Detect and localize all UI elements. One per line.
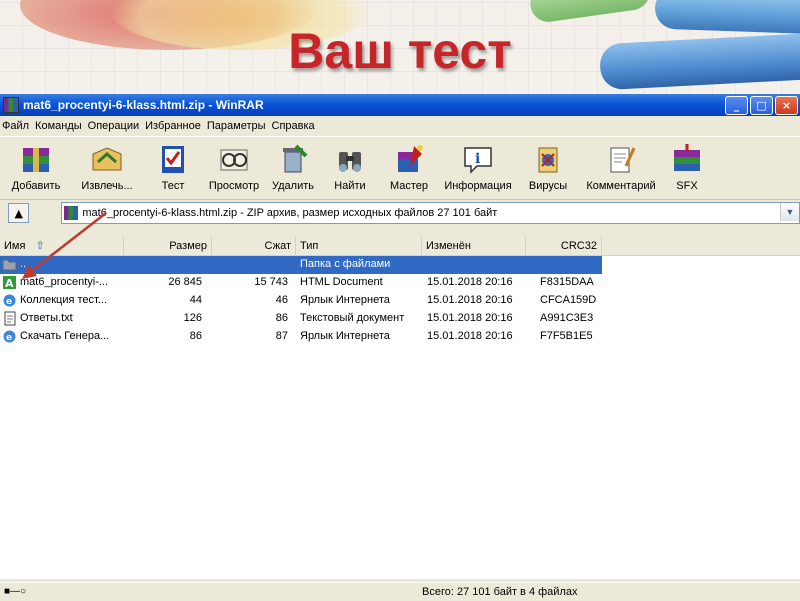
column-headers: Имя ⇧ Размер Сжат Тип Изменён CRC32 [0,236,800,256]
column-modified[interactable]: Изменён [422,236,526,255]
delete-button[interactable]: Удалить [264,141,322,192]
virus-icon [530,141,566,177]
extract-button[interactable]: Извлечь... [72,141,142,192]
file-packed-size: 87 [275,330,288,342]
svg-text:i: i [475,151,480,167]
view-icon [216,141,252,177]
test-button[interactable]: Тест [142,141,204,192]
file-row[interactable]: e Скачать Генера... 86 87 Ярлык Интернета 15.… [0,328,602,346]
file-type: Ярлык Интернета [300,294,390,306]
file-name: mat6_procentyi-... [20,276,109,288]
address-bar: ▲ mat6_procentyi-6-klass.html.zip - ZIP … [0,200,800,226]
folder-up-icon [2,257,17,272]
chevron-down-icon[interactable]: ▼ [780,203,799,221]
text-document-icon [2,311,17,326]
wizard-button[interactable]: Мастер [378,141,440,192]
column-packed[interactable]: Сжат [212,236,296,255]
zip-archive-icon [64,206,79,220]
file-name: .. [20,258,27,270]
column-size[interactable]: Размер [124,236,212,255]
file-crc: CFCA159D [540,294,597,306]
menu-favorites[interactable]: Избранное [145,120,207,132]
test-icon [155,141,191,177]
find-button[interactable]: Найти [322,141,378,192]
menu-bar: Файл Команды Операции Избранное Параметр… [0,116,800,136]
html-document-icon: A [2,275,17,290]
file-modified: 15.01.2018 20:16 [427,330,513,342]
menu-file[interactable]: Файл [0,120,35,132]
file-size: 44 [189,294,202,306]
column-crc32[interactable]: CRC32 [526,236,602,255]
file-crc: F8315DAA [540,276,594,288]
internet-shortcut-icon: e [2,329,17,344]
menu-help[interactable]: Справка [272,120,321,132]
up-arrow-icon: ▲ [14,206,23,220]
file-modified: 15.01.2018 20:16 [427,276,513,288]
file-type: Ярлык Интернета [300,330,390,342]
toolbar: Добавить Извлечь... Тест Просмотр Удалит… [0,136,800,200]
file-rows: .. Папка с файлами Amat6_procentyi-... 26 8… [0,256,602,346]
file-type: HTML Document [300,276,383,288]
menu-commands[interactable]: Команды [35,120,88,132]
file-type: Папка с файлами [300,258,391,270]
view-button[interactable]: Просмотр [204,141,264,192]
file-name: Ответы.txt [20,312,73,324]
file-packed-size: 86 [275,312,288,324]
virus-button[interactable]: Вирусы [516,141,580,192]
slide-title: Ваш тест [288,23,512,79]
sfx-button[interactable]: SFX [662,141,712,192]
status-bar: ■—○ Всего: 27 101 байт в 4 файлах [0,582,800,601]
menu-operations[interactable]: Операции [88,120,145,132]
winrar-window: mat6_procentyi-6-klass.html.zip - WinRAR… [0,94,800,601]
file-packed-size: 46 [275,294,288,306]
file-size: 86 [189,330,202,342]
column-type[interactable]: Тип [296,236,422,255]
key-icon: ■—○ [4,586,27,597]
wizard-icon [391,141,427,177]
svg-text:e: e [6,333,12,343]
comment-icon [603,141,639,177]
column-name[interactable]: Имя ⇧ [0,236,124,255]
title-bar[interactable]: mat6_procentyi-6-klass.html.zip - WinRAR… [0,94,800,116]
file-row[interactable]: Ответы.txt 126 86 Текстовый документ 15.01.2… [0,310,602,328]
add-archive-icon [18,141,54,177]
find-icon [332,141,368,177]
file-size: 26 845 [168,276,202,288]
svg-text:A: A [5,277,14,290]
file-crc: A991C3E3 [540,312,594,324]
add-button[interactable]: Добавить [0,141,72,192]
archive-path-text: mat6_procentyi-6-klass.html.zip - ZIP ар… [82,207,498,219]
window-title: mat6_procentyi-6-klass.html.zip - WinRAR [23,98,264,112]
minimize-button[interactable]: _ [725,95,748,115]
file-type: Текстовый документ [300,312,405,324]
file-row[interactable]: e Коллекция тест... 44 46 Ярлык Интернета 15.… [0,292,602,310]
info-button[interactable]: i Информация [440,141,516,192]
svg-text:e: e [6,297,12,307]
file-name: Скачать Генера... [20,330,110,342]
file-name: Коллекция тест... [20,294,108,306]
status-summary: Всего: 27 101 байт в 4 файлах [422,586,578,598]
extract-icon [89,141,125,177]
file-list: Имя ⇧ Размер Сжат Тип Изменён CRC32 .. Па… [0,236,800,579]
file-size: 126 [183,312,202,324]
sfx-icon [669,141,705,177]
file-crc: F7F5B1E5 [540,330,593,342]
file-row[interactable]: Amat6_procentyi-... 26 845 15 743 HTML Docu… [0,274,602,292]
file-modified: 15.01.2018 20:16 [427,312,513,324]
file-modified: 15.01.2018 20:16 [427,294,513,306]
delete-icon [275,141,311,177]
file-packed-size: 15 743 [254,276,288,288]
info-icon: i [460,141,496,177]
winrar-app-icon [3,97,19,113]
up-folder-button[interactable]: ▲ [8,203,30,223]
file-row[interactable]: .. Папка с файлами [0,256,602,274]
archive-path-field[interactable]: mat6_procentyi-6-klass.html.zip - ZIP ар… [61,202,800,224]
menu-options[interactable]: Параметры [207,120,272,132]
internet-shortcut-icon: e [2,293,17,308]
close-button[interactable]: × [775,95,798,115]
comment-button[interactable]: Комментарий [580,141,662,192]
sort-arrow-icon: ⇧ [35,240,45,252]
maximize-button[interactable]: □ [750,95,773,115]
